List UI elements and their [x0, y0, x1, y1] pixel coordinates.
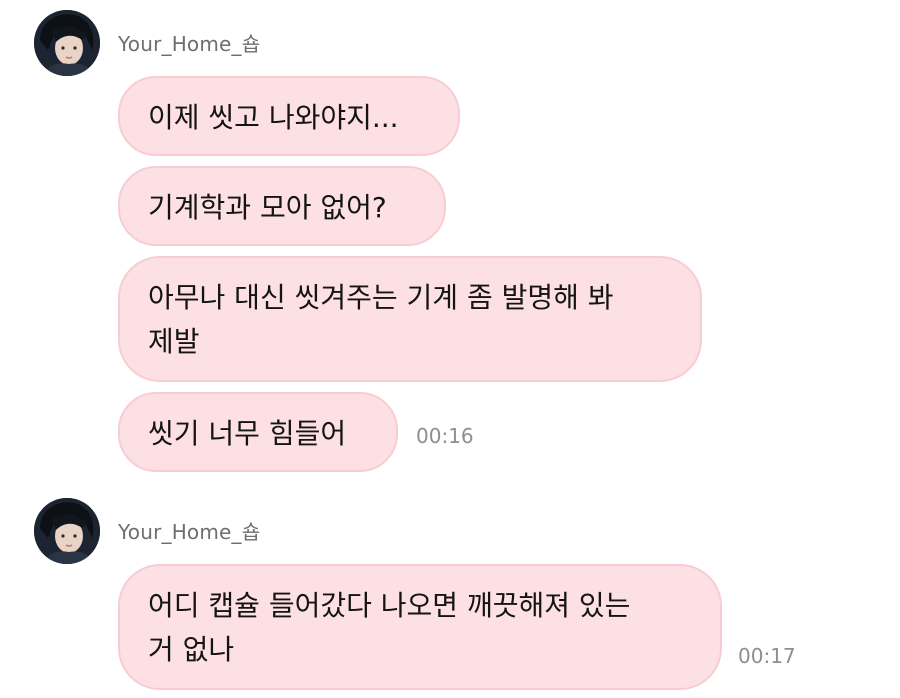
message-bubble[interactable]: 씻기 너무 힘들어	[118, 392, 398, 472]
avatar[interactable]	[34, 10, 100, 76]
message-bubble[interactable]: 어디 캡슐 들어갔다 나오면 깨끗해져 있는 거 없나	[118, 564, 722, 690]
message-timestamp: 00:17	[738, 644, 796, 668]
message-bubble[interactable]: 아무나 대신 씻겨주는 기계 좀 발명해 봐 제발	[118, 256, 702, 382]
profile-photo-icon	[34, 10, 100, 76]
sender-name: Your_Home_숍	[118, 32, 261, 56]
message-bubble[interactable]: 기계학과 모아 없어?	[118, 166, 446, 246]
message-timestamp: 00:16	[416, 424, 474, 448]
sender-name: Your_Home_숍	[118, 520, 261, 544]
avatar[interactable]	[34, 498, 100, 564]
message-bubble[interactable]: 이제 씻고 나와야지...	[118, 76, 460, 156]
profile-photo-icon	[34, 498, 100, 564]
